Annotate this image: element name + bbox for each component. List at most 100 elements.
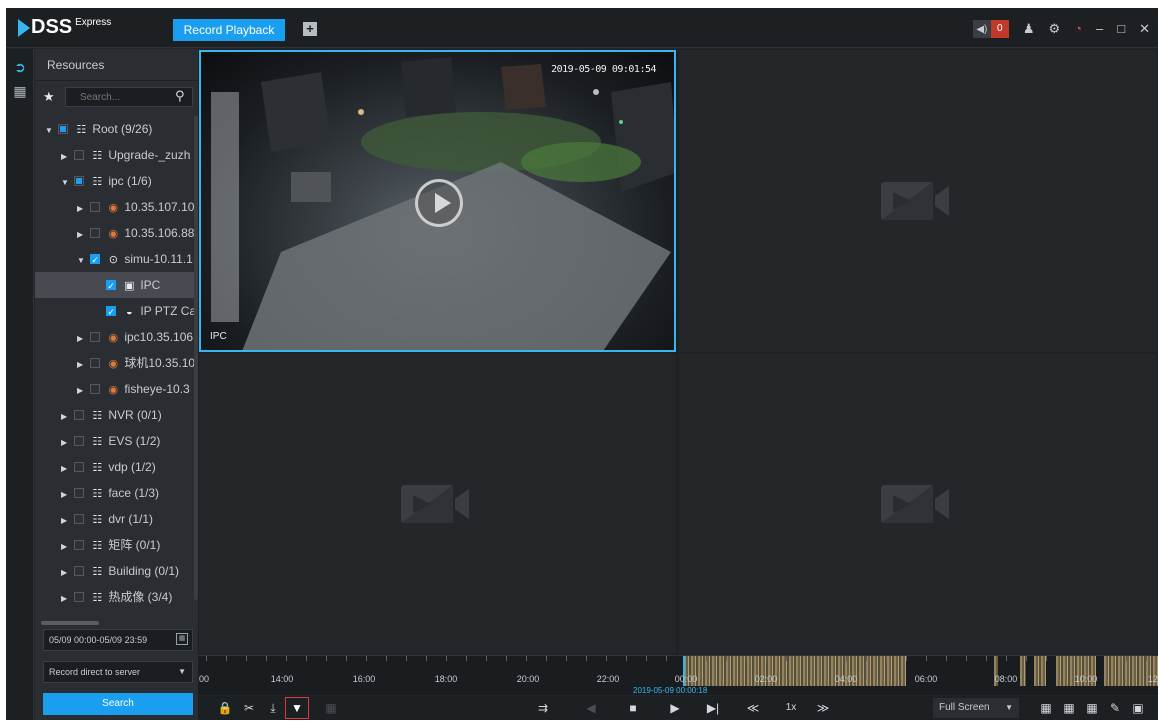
tree-node[interactable]: ▶ ☷ Upgrade-_zuzh [35, 142, 194, 168]
collapsed-arrow-icon[interactable]: ▶ [61, 456, 71, 482]
search-input[interactable] [65, 87, 193, 107]
video-window-1[interactable]: 2019-05-09 09:01:54 IPC [199, 50, 676, 352]
tree-checkbox[interactable] [74, 462, 85, 472]
tree-node[interactable]: ▼ ⊙ simu-10.11.1 [35, 246, 194, 274]
collapsed-arrow-icon[interactable]: ▶ [77, 326, 87, 352]
video-window-3[interactable] [199, 354, 676, 654]
collapsed-arrow-icon[interactable]: ▶ [61, 534, 71, 560]
layout-16-icon[interactable]: ▦ [1083, 696, 1101, 720]
tree-node[interactable]: ▶ ◉ 10.35.106.88 [35, 220, 194, 246]
play-overlay-icon[interactable] [415, 179, 463, 227]
tree-checkbox[interactable] [74, 514, 85, 524]
tree-checkbox[interactable] [74, 540, 85, 550]
tree-horizontal-scrollbar[interactable] [41, 621, 99, 625]
record-segment[interactable] [684, 656, 906, 686]
tree-checkbox[interactable] [90, 228, 101, 238]
collapsed-arrow-icon[interactable]: ▶ [77, 222, 87, 248]
video-window-4[interactable] [679, 354, 1157, 654]
tree-checkbox[interactable] [106, 299, 117, 325]
tree-node[interactable]: ▶ ☷ NVR (0/1) [35, 402, 194, 428]
tree-checkbox[interactable] [90, 384, 101, 394]
user-icon[interactable]: ♟ [1023, 20, 1035, 38]
scissors-icon[interactable]: ✂ [240, 696, 258, 720]
layout-4-icon[interactable]: ▦ [1037, 696, 1055, 720]
step-forward-icon[interactable]: ▶| [704, 696, 722, 720]
tree-node[interactable]: ▣ IPC [35, 272, 194, 299]
tree-checkbox[interactable] [74, 176, 85, 186]
tree-checkbox[interactable] [106, 273, 117, 299]
tree-node[interactable]: ▶ ◉ fisheye-10.3 [35, 376, 194, 402]
tree-checkbox[interactable] [90, 358, 101, 368]
collapsed-arrow-icon[interactable]: ▶ [77, 378, 87, 404]
tree-node[interactable]: ▼ ☷ ipc (1/6) [35, 168, 194, 194]
tree-checkbox[interactable] [74, 488, 85, 498]
calendar-icon[interactable]: ▦ [176, 633, 188, 645]
tree-checkbox[interactable] [90, 202, 101, 212]
tree-checkbox[interactable] [74, 566, 85, 576]
star-icon[interactable]: ★ [43, 89, 55, 105]
collapsed-arrow-icon[interactable]: ▶ [61, 404, 71, 430]
tree-node[interactable]: ▶ ☷ 热成像 (3/4) [35, 584, 194, 606]
collapsed-arrow-icon[interactable]: ▶ [61, 508, 71, 534]
tree-checkbox[interactable] [90, 247, 101, 273]
custom-layout-icon[interactable]: ✎ [1106, 696, 1124, 720]
tree-checkbox[interactable] [74, 436, 85, 446]
expanded-arrow-icon[interactable]: ▼ [77, 248, 87, 274]
slow-down-icon[interactable]: ≪ [744, 696, 762, 720]
tree-node[interactable]: ▶ ☷ vdp (1/2) [35, 454, 194, 480]
search-button[interactable]: Search [43, 693, 193, 715]
alarm-badge[interactable]: ◀) 0 [972, 20, 1009, 38]
record-segment[interactable] [1034, 656, 1046, 686]
record-source-select[interactable]: Record direct to server ▼ [43, 661, 193, 683]
download-icon[interactable]: ⤓ [264, 696, 282, 720]
timeline-tick [406, 656, 407, 661]
collapsed-arrow-icon[interactable]: ▶ [61, 560, 71, 586]
search-icon[interactable]: ⚲ [175, 88, 185, 104]
calculator-nav-icon[interactable]: ▦ [6, 79, 34, 103]
playback-nav-icon[interactable]: ➲ [6, 55, 34, 79]
lock-icon[interactable]: 🔒 [216, 696, 234, 720]
filter-icon[interactable]: ▼ [285, 697, 309, 719]
tree-checkbox[interactable] [90, 332, 101, 342]
add-tab-button[interactable]: + [303, 22, 317, 36]
tree-node[interactable]: ▶ ☷ 矩阵 (0/1) [35, 532, 194, 558]
tree-node[interactable]: ▶ ◉ ipc10.35.106 [35, 324, 194, 350]
layout-9-icon[interactable]: ▦ [1060, 696, 1078, 720]
tree-checkbox[interactable] [58, 124, 69, 134]
playback-timeline[interactable]: 00 14:00 16:00 18:00 20:00 22:00 00:00 02:00 04:… [198, 655, 1158, 695]
stop-icon[interactable]: ■ [624, 696, 642, 720]
tree-node[interactable]: ▶ ◉ 球机10.35.10 [35, 350, 195, 378]
tree-node[interactable]: ▶ ◉ 10.35.107.10 [35, 194, 194, 220]
date-range-field[interactable]: 05/09 00:00-05/09 23:59 ▦ [43, 629, 193, 651]
play-icon[interactable]: ▶ [666, 696, 684, 720]
collapsed-arrow-icon[interactable]: ▶ [61, 482, 71, 508]
window-fullscreen-icon[interactable]: ▣ [1129, 696, 1147, 720]
close-icon[interactable]: ✕ [1139, 20, 1150, 38]
sync-play-icon[interactable]: ⇉ [534, 696, 552, 720]
fullscreen-mode-select[interactable]: Full Screen ▼ [933, 698, 1019, 718]
tree-node[interactable]: ▼ ☷ Root (9/26) [35, 116, 194, 142]
maximize-icon[interactable]: □ [1117, 20, 1125, 38]
collapsed-arrow-icon[interactable]: ▶ [77, 352, 87, 378]
tree-checkbox[interactable] [74, 150, 85, 160]
tree-node[interactable]: ▶ ☷ face (1/3) [35, 480, 194, 506]
tree-checkbox[interactable] [74, 592, 85, 602]
speed-up-icon[interactable]: ≫ [814, 696, 832, 720]
video-window-2[interactable] [679, 50, 1157, 352]
tree-node[interactable]: ◒ IP PTZ Ca [35, 298, 196, 325]
tree-node[interactable]: ▶ ☷ EVS (1/2) [35, 428, 194, 454]
gauge-icon[interactable]: ◔ [1074, 20, 1082, 38]
collapsed-arrow-icon[interactable]: ▶ [61, 430, 71, 456]
tab-record-playback[interactable]: Record Playback [173, 19, 285, 41]
tree-node[interactable]: ▶ ☷ Building (0/1) [35, 558, 194, 584]
collapsed-arrow-icon[interactable]: ▶ [61, 144, 71, 170]
collapsed-arrow-icon[interactable]: ▶ [61, 586, 71, 606]
expanded-arrow-icon[interactable]: ▼ [61, 170, 71, 196]
tree-checkbox[interactable] [74, 410, 85, 420]
tag-icon: ▦ [325, 701, 337, 715]
expanded-arrow-icon[interactable]: ▼ [45, 118, 55, 144]
collapsed-arrow-icon[interactable]: ▶ [77, 196, 87, 222]
minimize-icon[interactable]: – [1096, 20, 1103, 38]
tree-node[interactable]: ▶ ☷ dvr (1/1) [35, 506, 194, 532]
gear-icon[interactable]: ⚙ [1048, 20, 1060, 38]
